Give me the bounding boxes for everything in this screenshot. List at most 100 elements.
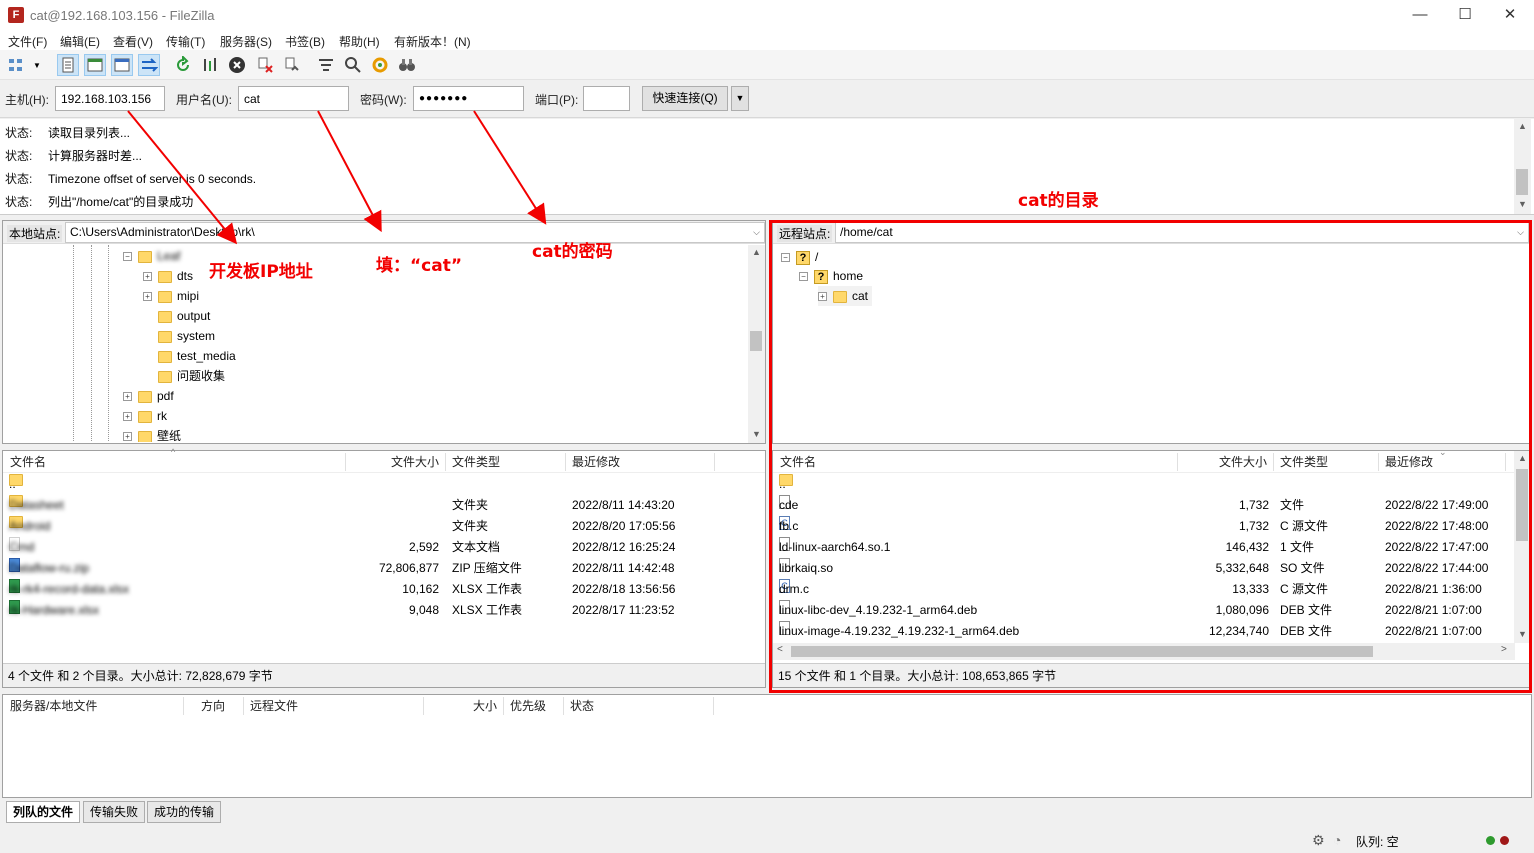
toggle-queue-button[interactable] [138,54,160,76]
quickconnect-dropdown[interactable]: ▼ [731,86,749,111]
column-type[interactable]: 文件类型 [1280,451,1328,473]
table-row[interactable]: Datasheet 文件夹 2022/8/11 14:43:20 [3,495,765,516]
table-row[interactable]: .. [3,474,765,495]
toggle-log-button[interactable] [57,54,79,76]
menu-transfer[interactable]: 传输(T) [166,33,205,50]
sync-browse-button[interactable] [369,54,391,76]
host-input[interactable] [55,86,165,111]
transfer-queue: 服务器/本地文件 方向 远程文件 大小 优先级 状态 [2,694,1532,798]
tree-folder-cat[interactable]: + cat [818,286,873,306]
password-label: 密码(W): [360,93,407,107]
table-row[interactable]: Cdrm.c 13,333 C 源文件 2022/8/21 1:36:00 [773,579,1515,600]
reconnect-button[interactable] [281,54,303,76]
column-name[interactable]: 文件名 [780,451,816,473]
table-row[interactable]: Cfb.c 1,732 C 源文件 2022/8/22 17:48:00 [773,516,1515,537]
user-input[interactable] [238,86,349,111]
minimize-button[interactable]: — [1405,4,1435,26]
site-manager-button[interactable] [5,54,27,76]
tree-folder[interactable]: − Leaf [123,246,180,266]
find-files-button[interactable] [396,54,418,76]
table-row[interactable]: rk-Hardware.xlsx 9,048 XLSX 工作表 2022/8/17 1… [3,600,765,621]
process-queue-icon [204,58,216,71]
tree-folder[interactable]: + 壁纸 [123,426,181,442]
queue-col-server[interactable]: 服务器/本地文件 [10,695,97,717]
remote-list-scrollbar[interactable]: ▲ ▼ [1514,451,1531,643]
tree-folder[interactable]: test_media [158,346,236,366]
tree-folder[interactable]: system [158,326,215,346]
tree-folder-root[interactable]: −? / [781,247,818,267]
user-label: 用户名(U): [176,93,232,107]
column-type[interactable]: 文件类型 [452,451,500,473]
queue-col-priority[interactable]: 优先级 [510,695,546,717]
binoculars-icon [399,59,415,71]
local-file-list: 文件名 ^ 文件大小 文件类型 最近修改 .. Datasheet 文件夹 2022… [2,447,766,688]
remote-list-hscrollbar[interactable]: < > [773,643,1515,660]
column-modified[interactable]: 最近修改 [572,451,620,473]
tree-folder-home[interactable]: −? home [799,266,863,286]
gear-icon[interactable]: ⚙ [1312,832,1325,849]
tree-folder[interactable]: + pdf [123,386,174,406]
table-row[interactable]: Cmd 2,592 文本文档 2022/8/12 16:25:24 [3,537,765,558]
queue-col-direction[interactable]: 方向 [201,695,225,717]
annotation-user: 填：“cat” [376,256,463,276]
column-modified[interactable]: 最近修改 [1385,451,1433,473]
column-size[interactable]: 文件大小 [1219,451,1267,473]
tree-folder[interactable]: output [158,306,210,326]
compare-button[interactable] [342,54,364,76]
tab-queued-files[interactable]: 列队的文件 [6,801,81,823]
table-row[interactable]: linux-libc-dev_4.19.232-1_arm64.deb 1,080… [773,600,1515,621]
tree-folder[interactable]: 问题收集 [158,366,225,386]
menu-server[interactable]: 服务器(S) [220,33,272,50]
tab-successful-transfers[interactable]: 成功的传输 [147,801,222,823]
tab-failed-transfers[interactable]: 传输失败 [83,801,146,823]
close-button[interactable]: ✕ [1495,4,1525,26]
unknown-folder-icon: ? [796,250,810,265]
tree-folder[interactable]: + rk [123,406,167,426]
table-row[interactable]: Android 文件夹 2022/8/20 17:05:56 [3,516,765,537]
table-row[interactable]: Dataflow-ru.zip 72,806,877 ZIP 压缩文件 2022/8/… [3,558,765,579]
maximize-button[interactable]: ☐ [1450,4,1480,26]
queue-col-size[interactable]: 大小 [473,695,497,717]
local-tree-scrollbar[interactable]: ▲ ▼ [748,245,765,443]
table-row[interactable]: rk-rk4-record-data.xlsx 10,162 XLSX 工作表 202… [3,579,765,600]
toggle-remote-tree-button[interactable] [111,54,133,76]
tree-folder[interactable]: + dts [143,266,193,286]
local-site-bar: 本地站点: C:\Users\Administrator\Desktop\rk\… [3,221,765,244]
menu-file[interactable]: 文件(F) [8,33,47,50]
table-row[interactable]: ld-linux-aarch64.so.1 146,432 1 文件 2022/8/2… [773,537,1515,558]
menu-edit[interactable]: 编辑(E) [60,33,100,50]
chevron-down-icon: ▼ [735,93,745,103]
queue-col-status[interactable]: 状态 [570,695,594,717]
queue-col-remote[interactable]: 远程文件 [250,695,298,717]
table-row[interactable]: .. [773,474,1515,495]
log-line: 状态: 计算服务器时差... [5,149,143,163]
menu-view[interactable]: 查看(V) [113,33,153,50]
menu-bookmarks[interactable]: 书签(B) [285,33,325,50]
log-scrollbar[interactable]: ▲ ▼ [1514,119,1531,214]
table-row[interactable]: linux-image-4.19.232_4.19.232-1_arm64.de… [773,621,1515,642]
disconnect-button[interactable] [254,54,276,76]
menu-help[interactable]: 帮助(H) [339,33,380,50]
filter-button[interactable] [315,54,337,76]
password-input[interactable] [413,86,524,111]
process-queue-button[interactable] [199,54,221,76]
search-icon [345,57,361,73]
site-manager-dropdown[interactable]: ▼ [29,54,45,76]
speed-limit-icon[interactable]: ◔ [1333,832,1341,848]
menu-new-version[interactable]: 有新版本！(N) [394,33,471,50]
queue-status: 队列: 空 [1356,835,1399,849]
local-path-input[interactable]: C:\Users\Administrator\Desktop\rk\ ⌵ [65,222,765,243]
column-name[interactable]: 文件名 [10,451,46,473]
local-tree-icon [87,58,103,72]
cancel-button[interactable] [226,54,248,76]
table-row[interactable]: cde 1,732 文件 2022/8/22 17:49:00 [773,495,1515,516]
table-row[interactable]: librkaiq.so 5,332,648 SO 文件 2022/8/22 17:44… [773,558,1515,579]
quickconnect-button[interactable]: 快速连接(Q) [642,86,728,111]
site-manager-icon [9,59,22,71]
port-input[interactable] [583,86,630,111]
tree-folder[interactable]: + mipi [143,286,199,306]
toggle-local-tree-button[interactable] [84,54,106,76]
refresh-button[interactable] [172,54,194,76]
column-size[interactable]: 文件大小 [391,451,439,473]
remote-path-input[interactable]: /home/cat ⌵ [835,222,1529,243]
